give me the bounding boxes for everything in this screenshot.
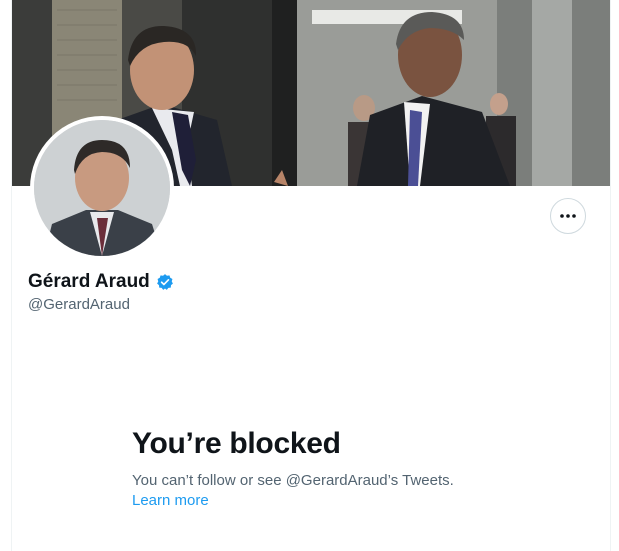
profile-page: Gérard Araud @GerardAraud You’re blocked… (11, 0, 611, 551)
avatar-border (30, 116, 174, 260)
more-options-button[interactable] (550, 198, 586, 234)
profile-handle: @GerardAraud (28, 296, 130, 313)
more-horizontal-icon (560, 214, 576, 218)
verified-badge-icon (156, 274, 173, 290)
display-name: Gérard Araud (28, 271, 150, 292)
blocked-title: You’re blocked (132, 427, 341, 460)
blocked-description: You can’t follow or see @GerardAraud’s T… (132, 472, 454, 489)
profile-name-row: Gérard Araud (28, 271, 174, 293)
learn-more-link[interactable]: Learn more (132, 492, 209, 509)
avatar[interactable] (34, 120, 170, 256)
